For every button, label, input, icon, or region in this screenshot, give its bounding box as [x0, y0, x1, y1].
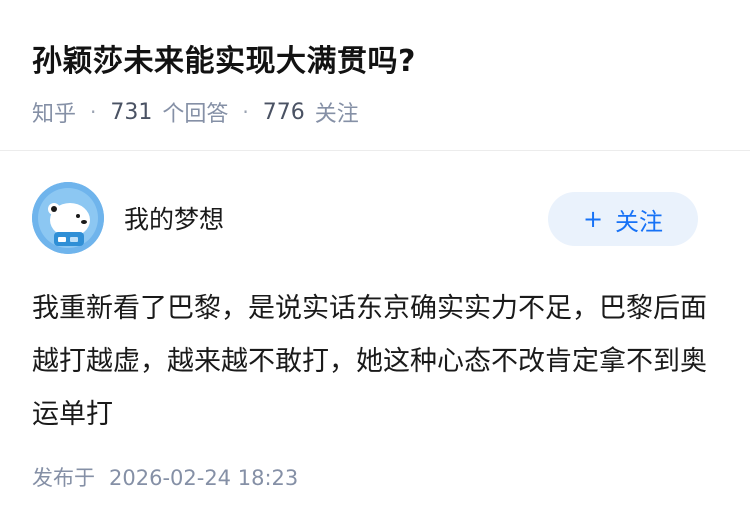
follow-button[interactable]: + 关注 — [548, 192, 698, 246]
plus-icon: + — [582, 205, 604, 233]
published-label: 发布于 — [32, 466, 95, 490]
polar-bear-avatar-icon[interactable] — [32, 182, 104, 254]
follow-count: 776 — [262, 99, 305, 125]
follow-button-label: 关注 — [615, 207, 664, 236]
question-header: 孙颖莎未来能实现大满贯吗? 知乎 · 731 个回答 · 776 关注 — [0, 0, 750, 151]
answer-footer: 发布于 2026-02-24 18:23 — [32, 462, 298, 492]
question-meta: 知乎 · 731 个回答 · 776 关注 — [32, 96, 359, 128]
follow-count-label: 关注 — [314, 102, 359, 127]
author-row: 我的梦想 + 关注 — [32, 182, 722, 256]
separator-dot: · — [90, 100, 97, 124]
source-label[interactable]: 知乎 — [32, 96, 76, 128]
answer-count: 731 — [110, 99, 153, 125]
answer-content[interactable]: 我重新看了巴黎，是说实话东京确实实力不足，巴黎后面越打越虚，越来越不敢打，她这种… — [32, 282, 712, 441]
author-name[interactable]: 我的梦想 — [124, 200, 224, 236]
answer-count-label[interactable]: 个回答 — [162, 96, 228, 128]
published-time: 2026-02-24 18:23 — [109, 466, 299, 490]
separator-dot: · — [242, 100, 249, 124]
question-title[interactable]: 孙颖莎未来能实现大满贯吗? — [32, 36, 416, 80]
